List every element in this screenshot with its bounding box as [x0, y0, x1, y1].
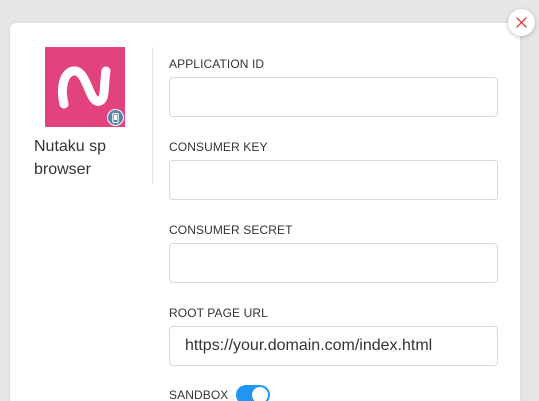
consumer-secret-field: CONSUMER SECRET: [169, 223, 499, 283]
consumer-key-input[interactable]: [169, 160, 498, 200]
consumer-secret-input[interactable]: [169, 243, 498, 283]
root-page-url-label: ROOT PAGE URL: [169, 306, 268, 320]
app-info-panel: Nutaku sp browser: [34, 47, 144, 181]
sandbox-label: SANDBOX: [169, 388, 229, 401]
close-button[interactable]: [508, 9, 535, 36]
root-page-url-input[interactable]: [169, 326, 498, 366]
application-id-label: APPLICATION ID: [169, 57, 265, 71]
modal-backdrop: Nutaku sp browser APPLICATION ID CONSUME…: [0, 0, 539, 401]
app-logo: [45, 47, 125, 127]
root-page-url-field: ROOT PAGE URL: [169, 306, 499, 366]
consumer-secret-label: CONSUMER SECRET: [169, 223, 293, 237]
application-id-field: APPLICATION ID: [169, 57, 499, 117]
app-credentials-form: APPLICATION ID CONSUMER KEY CONSUMER SEC…: [169, 57, 499, 401]
application-id-input[interactable]: [169, 77, 498, 117]
close-icon: [516, 17, 527, 28]
app-name: Nutaku sp browser: [34, 138, 107, 178]
sandbox-toggle-knob: [252, 387, 269, 401]
sandbox-toggle[interactable]: [236, 385, 271, 401]
consumer-key-label: CONSUMER KEY: [169, 140, 268, 154]
mobile-phone-icon: [107, 109, 124, 126]
consumer-key-field: CONSUMER KEY: [169, 140, 499, 200]
app-settings-modal: Nutaku sp browser APPLICATION ID CONSUME…: [10, 23, 520, 401]
sandbox-row: SANDBOX: [169, 385, 499, 401]
panel-divider: [152, 47, 153, 183]
